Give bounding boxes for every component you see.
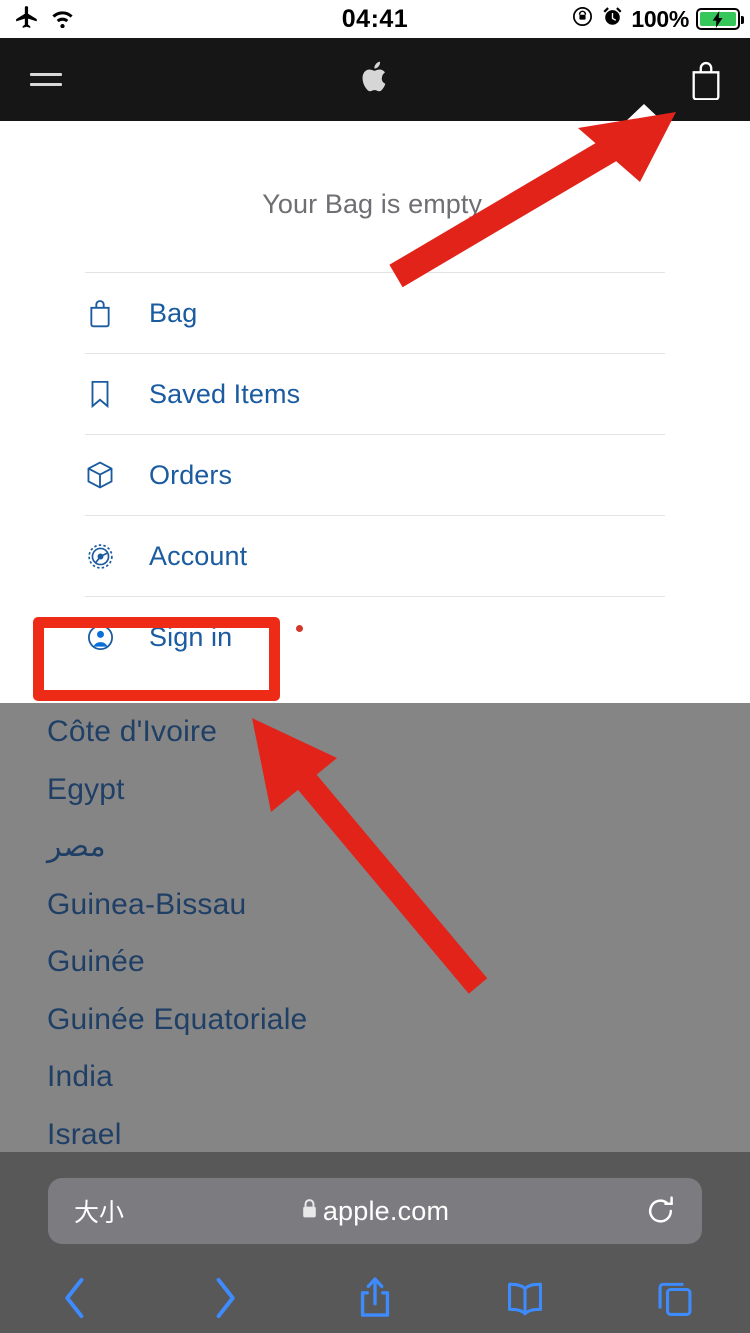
country-selector-page: Côte d'Ivoire Egypt مصر Guinea-Bissau Gu… — [0, 703, 750, 1152]
bag-icon — [85, 298, 115, 328]
url-text: apple.com — [322, 1195, 450, 1226]
apple-logo-icon[interactable] — [0, 59, 750, 100]
safari-bottom-bar: 大小 apple.com — [0, 1152, 750, 1333]
list-item[interactable]: Guinée — [0, 933, 750, 991]
bag-menu-item-label: Bag — [149, 297, 198, 328]
list-item[interactable]: Israel — [0, 1106, 750, 1153]
box-icon — [85, 460, 115, 490]
tabs-button[interactable] — [600, 1278, 750, 1318]
list-item[interactable]: مصر — [0, 818, 750, 876]
bag-menu-list: Bag Saved Items Orders Account Sign in — [85, 220, 665, 677]
list-item[interactable]: India — [0, 1048, 750, 1106]
bag-dropdown-panel: Your Bag is empty. Bag Saved Items Order… — [0, 104, 750, 703]
bag-menu-item-account[interactable]: Account — [85, 515, 665, 596]
address-bar[interactable]: 大小 apple.com — [48, 1178, 702, 1244]
status-bar-right: 100% — [571, 5, 744, 33]
list-item[interactable]: Egypt — [0, 761, 750, 819]
back-button[interactable] — [0, 1276, 150, 1320]
bag-menu-item-label: Account — [149, 540, 248, 571]
bag-menu-item-orders[interactable]: Orders — [85, 434, 665, 515]
rotation-lock-icon — [571, 5, 594, 33]
gear-icon — [85, 542, 115, 571]
bag-menu-item-label: Saved Items — [149, 378, 301, 409]
forward-button[interactable] — [150, 1276, 300, 1320]
list-item[interactable]: Guinée Equatoriale — [0, 991, 750, 1049]
bookmarks-button[interactable] — [450, 1278, 600, 1318]
list-item[interactable]: Côte d'Ivoire — [0, 703, 750, 761]
status-bar: 04:41 100% — [0, 0, 750, 38]
battery-charging-icon — [696, 8, 744, 30]
lock-icon — [301, 1198, 318, 1224]
annotation-dot — [296, 625, 303, 632]
battery-percent-label: 100% — [631, 5, 689, 32]
bag-menu-item-label: Orders — [149, 459, 233, 490]
bag-menu-item-saved-items[interactable]: Saved Items — [85, 353, 665, 434]
alarm-clock-icon — [601, 5, 624, 33]
reload-icon[interactable] — [645, 1194, 676, 1228]
bag-empty-message: Your Bag is empty. — [262, 189, 488, 219]
url-display: apple.com — [48, 1196, 702, 1227]
sign-in-highlight-box — [33, 617, 280, 701]
bag-menu-item-bag[interactable]: Bag — [85, 272, 665, 353]
share-button[interactable] — [300, 1276, 450, 1320]
safari-toolbar — [0, 1262, 750, 1333]
shopping-bag-icon[interactable] — [686, 60, 726, 100]
dropdown-caret-icon — [625, 104, 663, 122]
list-item[interactable]: Guinea-Bissau — [0, 876, 750, 934]
bookmark-icon — [85, 379, 115, 409]
